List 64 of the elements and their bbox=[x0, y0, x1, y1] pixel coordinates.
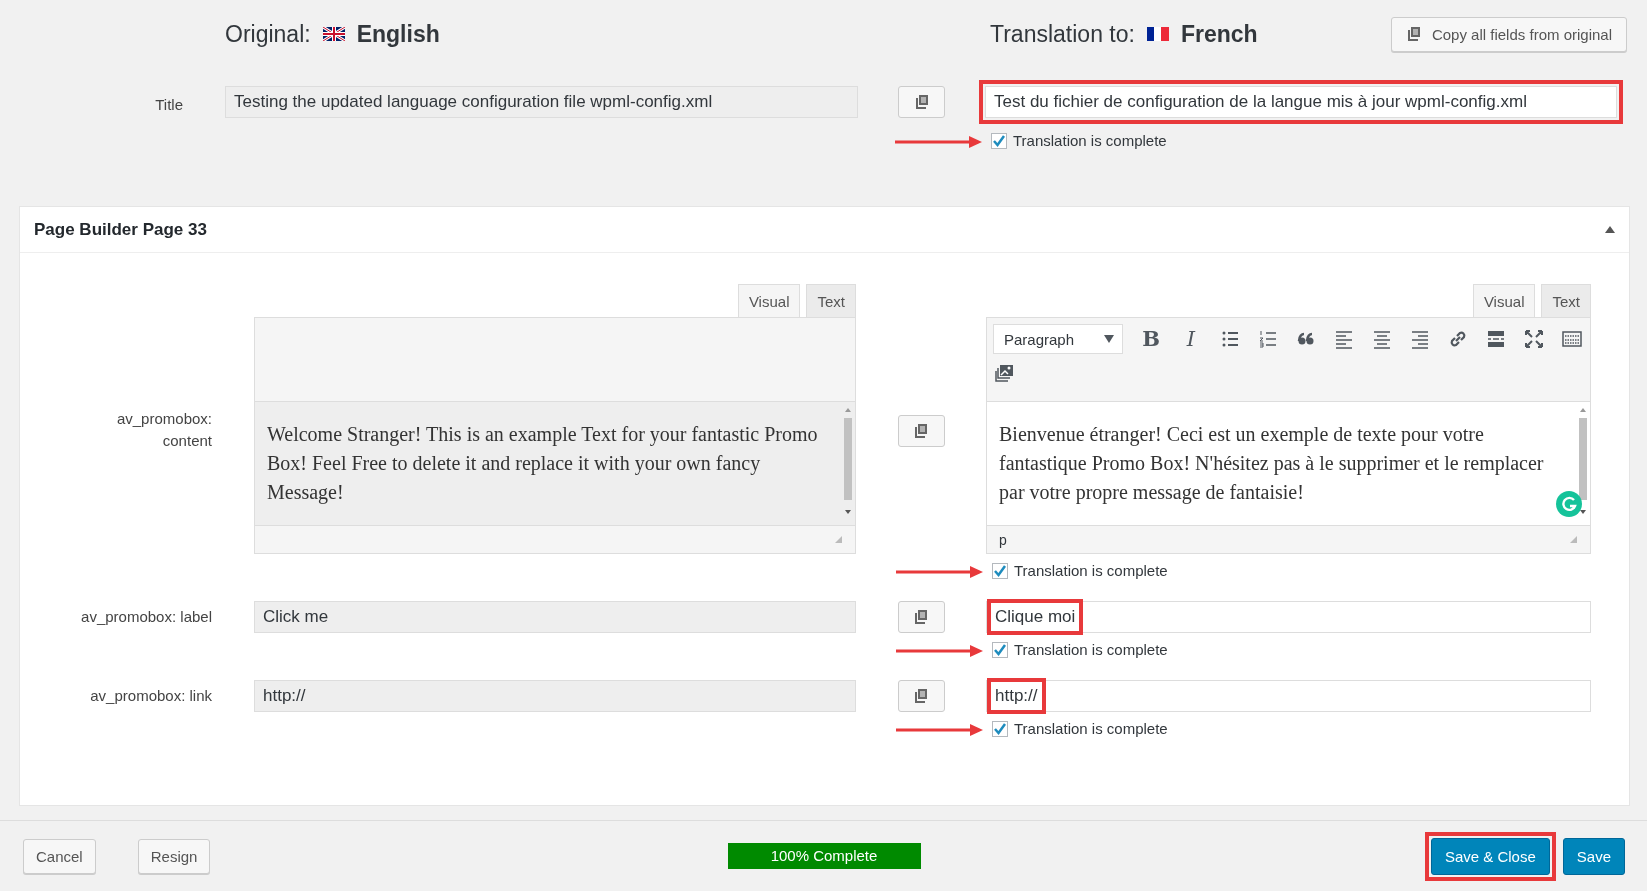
checkbox-label: Translation is complete bbox=[1013, 132, 1167, 149]
panel-title: Page Builder Page 33 bbox=[34, 219, 207, 240]
footer-button[interactable]: Cancel bbox=[23, 838, 96, 874]
element-path: p bbox=[999, 531, 1007, 548]
language-name: English bbox=[356, 20, 440, 48]
copy-icon bbox=[913, 94, 930, 110]
copy-button[interactable] bbox=[897, 680, 945, 712]
scrollbar[interactable] bbox=[843, 406, 853, 516]
checkbox[interactable] bbox=[992, 562, 1008, 579]
translation-label: Translation to: bbox=[990, 20, 1135, 48]
checkbox[interactable] bbox=[991, 132, 1007, 149]
original-content: Welcome Stranger! This is an example Text for your fantastic Promo Box! Feel Free to delete it and replace it with your own fancy Message! bbox=[254, 401, 856, 526]
original-label: Original: bbox=[225, 20, 311, 48]
progress-label: 100% Complete bbox=[769, 846, 879, 866]
collapse-icon[interactable] bbox=[1605, 226, 1615, 233]
circle-logo-icon[interactable] bbox=[1556, 491, 1582, 517]
copy-button[interactable] bbox=[898, 86, 945, 118]
translation-input[interactable]: Test du fichier de configuration de la langue mis à jour wpml-config.xml bbox=[985, 86, 1617, 118]
editor-tab[interactable]: Text bbox=[806, 284, 856, 317]
copy-button[interactable] bbox=[897, 601, 945, 633]
editor-tab[interactable]: Visual bbox=[1472, 284, 1536, 317]
caret-icon bbox=[1104, 335, 1114, 343]
footer-button[interactable]: Resign bbox=[137, 838, 211, 874]
checkbox-label: Translation is complete bbox=[1014, 720, 1168, 737]
resize-handle-icon[interactable] bbox=[1569, 535, 1578, 544]
highlighted-value: Clique moi bbox=[987, 599, 1084, 635]
align-left-icon[interactable] bbox=[1333, 328, 1355, 350]
editor-tab[interactable]: Text bbox=[1541, 284, 1591, 317]
keyboard-icon[interactable] bbox=[1561, 328, 1583, 350]
align-right-icon[interactable] bbox=[1409, 328, 1431, 350]
save-button[interactable]: Save bbox=[1562, 837, 1625, 875]
editor-tab[interactable]: Visual bbox=[737, 284, 801, 317]
copy-icon bbox=[913, 423, 929, 439]
field-label: av_promobox: label bbox=[80, 607, 213, 627]
copy-icon bbox=[913, 688, 929, 704]
field-label: Title bbox=[154, 95, 184, 115]
bold-button[interactable]: B bbox=[1139, 327, 1163, 351]
italic-button[interactable]: I bbox=[1179, 327, 1203, 351]
field-label: av_promobox: content bbox=[115, 409, 212, 451]
format-select[interactable]: Paragraph bbox=[993, 324, 1123, 354]
numbered-list-icon[interactable] bbox=[1257, 328, 1279, 350]
checkbox[interactable] bbox=[992, 720, 1008, 737]
checkbox[interactable] bbox=[992, 641, 1008, 658]
gallery-icon[interactable] bbox=[993, 362, 1015, 384]
translation-input[interactable]: http:// bbox=[986, 680, 1591, 712]
checkbox-label: Translation is complete bbox=[1014, 562, 1168, 579]
fullscreen-icon[interactable] bbox=[1523, 328, 1545, 350]
flag-icon bbox=[1146, 27, 1169, 41]
checkbox-label: Translation is complete bbox=[1014, 641, 1168, 658]
translation-input[interactable]: Clique moi bbox=[986, 601, 1591, 633]
copy-icon bbox=[1405, 26, 1422, 42]
field-label: av_promobox: link bbox=[89, 686, 213, 706]
flag-icon bbox=[322, 27, 345, 41]
align-center-icon[interactable] bbox=[1371, 328, 1393, 350]
read-more-icon[interactable] bbox=[1485, 328, 1507, 350]
translation-editor[interactable]: Bienvenue étranger! Ceci est un exemple de texte pour votre fantastique Promo Box! N'hésitez pas à le supprimer et le remplacer par votre propre message de fantaisie! bbox=[986, 401, 1591, 526]
language-name: French bbox=[1180, 20, 1258, 48]
highlighted-value: http:// bbox=[987, 678, 1046, 714]
resize-handle-icon[interactable] bbox=[834, 535, 843, 544]
copy-all-button[interactable]: Copy all fields from original bbox=[1390, 16, 1627, 52]
copy-icon bbox=[913, 609, 929, 625]
scrollbar[interactable] bbox=[1578, 406, 1588, 516]
save-button[interactable]: Save & Close bbox=[1430, 837, 1550, 875]
copy-button[interactable] bbox=[897, 415, 945, 447]
